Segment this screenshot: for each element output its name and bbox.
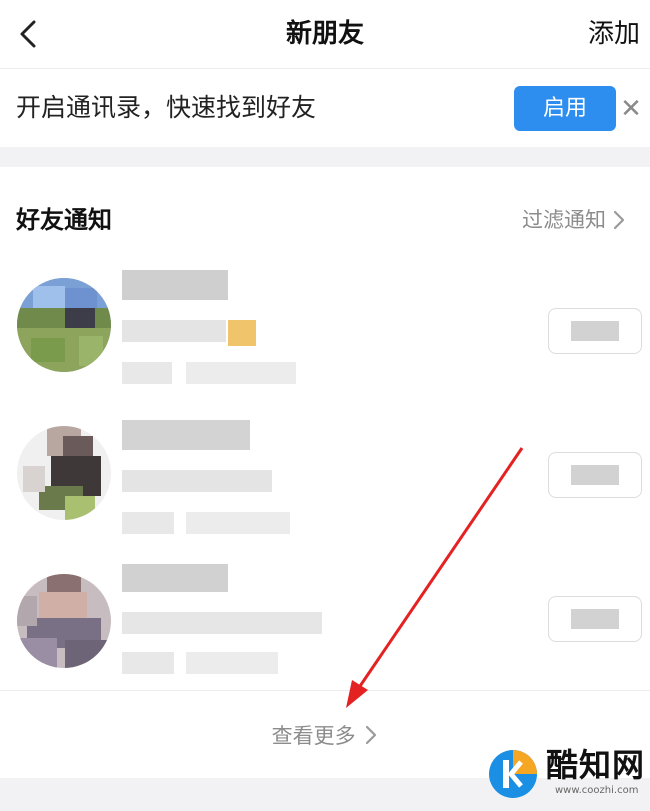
- watermark-logo-icon: [487, 748, 539, 800]
- banner-close-button[interactable]: ✕: [618, 92, 644, 126]
- meta-placeholder: [186, 362, 296, 384]
- avatar[interactable]: [17, 574, 111, 668]
- meta-placeholder: [186, 512, 290, 534]
- message-placeholder: [122, 612, 322, 634]
- page-title: 新朋友: [285, 19, 364, 49]
- name-placeholder: [122, 564, 228, 592]
- blurred-label: [571, 465, 619, 485]
- meta-placeholder: [122, 512, 174, 534]
- friend-request-row[interactable]: [0, 548, 650, 696]
- blurred-label: [571, 321, 619, 341]
- friend-request-row[interactable]: [0, 400, 650, 548]
- filter-label: 过滤通知: [522, 208, 606, 232]
- pixelated-avatar-portrait: [17, 574, 111, 668]
- banner-text: 开启通讯录，快速找到好友: [16, 93, 317, 122]
- see-more-label: 查看更多: [271, 724, 356, 748]
- avatar[interactable]: [17, 278, 111, 372]
- accept-button[interactable]: [548, 452, 642, 498]
- avatar[interactable]: [17, 426, 111, 520]
- enable-button[interactable]: 启用: [514, 86, 616, 131]
- emoji-placeholder: [228, 320, 256, 346]
- name-placeholder: [122, 420, 250, 450]
- blurred-label: [571, 609, 619, 629]
- message-placeholder: [122, 320, 226, 342]
- filter-notifications-link[interactable]: 过滤通知: [522, 198, 626, 242]
- chevron-right-icon: [366, 725, 377, 745]
- meta-placeholder: [186, 652, 278, 674]
- accept-button[interactable]: [548, 596, 642, 642]
- pixelated-avatar-landscape: [17, 278, 111, 372]
- watermark-brand: 酷知网: [546, 746, 646, 784]
- friend-request-row[interactable]: [0, 252, 650, 400]
- section-gap: [0, 147, 650, 167]
- add-button[interactable]: 添加: [588, 14, 640, 54]
- section-title: 好友通知: [16, 206, 112, 234]
- meta-placeholder: [122, 652, 174, 674]
- close-icon: ✕: [620, 94, 642, 124]
- message-placeholder: [122, 470, 272, 492]
- pixelated-avatar-dark: [17, 426, 111, 520]
- divider: [0, 690, 650, 691]
- meta-placeholder: [122, 362, 172, 384]
- accept-button[interactable]: [548, 308, 642, 354]
- watermark-url: www.coozhi.com: [555, 785, 639, 796]
- name-placeholder: [122, 270, 228, 300]
- chevron-right-icon: [613, 210, 625, 230]
- top-bar: 新朋友 添加: [0, 0, 650, 68]
